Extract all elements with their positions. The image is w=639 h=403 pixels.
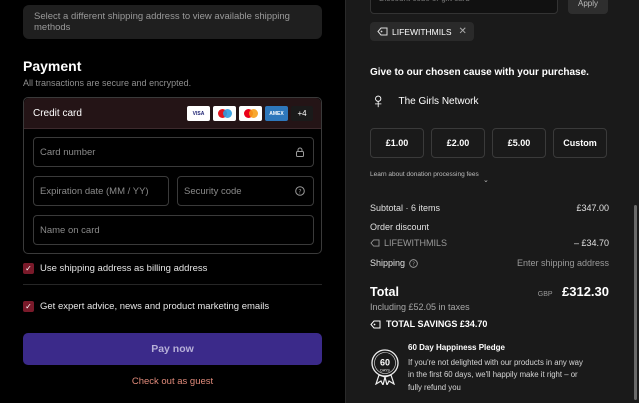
payment-subtitle: All transactions are secure and encrypte… (23, 78, 192, 88)
discount-code-item: LIFEWITHMILS (370, 238, 447, 248)
checkmark-icon: ✓ (23, 263, 34, 274)
discount-code-text: LIFEWITHMILS (384, 238, 448, 248)
help-icon[interactable]: ? (295, 186, 305, 196)
pledge-text: If you're not delighted with our product… (408, 358, 583, 392)
cause-organization: ♀ The Girls Network (370, 90, 479, 112)
donation-options: £1.00 £2.00 £5.00 Custom (370, 128, 607, 158)
discount-value: – £34.70 (573, 238, 609, 248)
chevron-down-icon[interactable]: ⌄ (483, 176, 489, 184)
cause-org-name: The Girls Network (398, 95, 479, 107)
total-row: Total GBP £312.30 (370, 283, 609, 301)
remove-code-icon[interactable]: ✕ (459, 26, 467, 37)
billing-address-checkbox[interactable]: ✓ Use shipping address as billing addres… (23, 263, 207, 274)
donation-1-button[interactable]: £1.00 (370, 128, 424, 158)
maestro-icon (213, 106, 236, 121)
tag-icon (377, 27, 388, 36)
mastercard-icon (239, 106, 262, 121)
applied-code-label: LIFEWITHMILS (392, 26, 452, 37)
pay-now-button[interactable]: Pay now (23, 333, 322, 365)
order-summary: Discount code or gift card Apply LIFEWIT… (345, 0, 639, 403)
donation-2-button[interactable]: £2.00 (431, 128, 485, 158)
badge-number: 60 (380, 358, 390, 368)
more-cards-badge[interactable]: +4 (291, 106, 313, 121)
svg-text:?: ? (412, 261, 415, 267)
total-label: Total (370, 285, 399, 299)
card-number-field[interactable]: Card number (33, 137, 314, 167)
tag-icon (370, 320, 381, 328)
cause-title: Give to our chosen cause with your purch… (370, 67, 589, 78)
total-currency: GBP (537, 291, 553, 298)
scrollbar[interactable] (634, 205, 637, 400)
payment-title: Payment (23, 58, 82, 74)
help-icon[interactable]: ? (409, 258, 418, 268)
shipping-label: Shipping (370, 258, 406, 268)
lock-icon (296, 147, 304, 157)
tag-icon (370, 239, 380, 247)
card-number-placeholder: Card number (40, 146, 96, 158)
total-savings: TOTAL SAVINGS £34.70 (370, 319, 487, 329)
credit-card-label: Credit card (33, 107, 82, 119)
checkout-as-guest-link[interactable]: Check out as guest (0, 376, 345, 387)
marketing-checkbox[interactable]: ✓ Get expert advice, news and product ma… (23, 301, 269, 312)
applied-code-chip: LIFEWITHMILS ✕ (370, 22, 474, 41)
svg-text:?: ? (298, 188, 301, 195)
order-discount-row: Order discount (370, 222, 609, 232)
security-code-field[interactable]: Security code ? (177, 176, 314, 206)
credit-card-panel: Credit card VISA AMEX +4 Card number Exp… (23, 97, 322, 254)
checkmark-icon: ✓ (23, 301, 34, 312)
shipping-row: Shipping ? Enter shipping address (370, 258, 609, 268)
total-savings-label: TOTAL SAVINGS £34.70 (386, 319, 488, 329)
subtotal-value: £347.00 (576, 203, 609, 213)
expiration-placeholder: Expiration date (MM / YY) (40, 185, 149, 197)
badge-unit: DAYS (380, 369, 390, 373)
order-discount-label: Order discount (370, 222, 430, 232)
shipping-label-wrap: Shipping ? (370, 258, 418, 268)
shipping-method-notice: Select a different shipping address to v… (23, 5, 322, 39)
divider (23, 284, 322, 285)
billing-checkbox-label: Use shipping address as billing address (40, 263, 208, 274)
apply-button[interactable]: Apply (568, 0, 608, 14)
security-code-placeholder: Security code (184, 185, 242, 197)
marketing-checkbox-label: Get expert advice, news and product mark… (40, 301, 270, 312)
name-on-card-field[interactable]: Name on card (33, 215, 314, 245)
subtotal-label: Subtotal · 6 items (370, 203, 441, 213)
shipping-value: Enter shipping address (516, 258, 609, 268)
donation-fees-link[interactable]: Learn about donation processing fees (370, 171, 480, 180)
female-symbol-icon: ♀ (370, 88, 387, 113)
name-on-card-placeholder: Name on card (40, 224, 100, 236)
donation-5-button[interactable]: £5.00 (492, 128, 546, 158)
discount-code-input[interactable]: Discount code or gift card (370, 0, 558, 14)
pledge-badge-icon: 60 DAYS (371, 349, 399, 385)
subtotal-row: Subtotal · 6 items £347.00 (370, 203, 609, 213)
expiration-date-field[interactable]: Expiration date (MM / YY) (33, 176, 169, 206)
pledge-title: 60 Day Happiness Pledge (408, 343, 505, 352)
amex-icon: AMEX (265, 106, 288, 121)
card-brands: VISA AMEX +4 (187, 106, 313, 121)
tax-note: Including £52.05 in taxes (370, 302, 470, 312)
donation-custom-button[interactable]: Custom (553, 128, 607, 158)
visa-icon: VISA (187, 106, 210, 121)
discount-code-row: LIFEWITHMILS – £34.70 (370, 238, 609, 248)
total-value: £312.30 (562, 284, 609, 299)
payment-column: Select a different shipping address to v… (0, 0, 345, 403)
